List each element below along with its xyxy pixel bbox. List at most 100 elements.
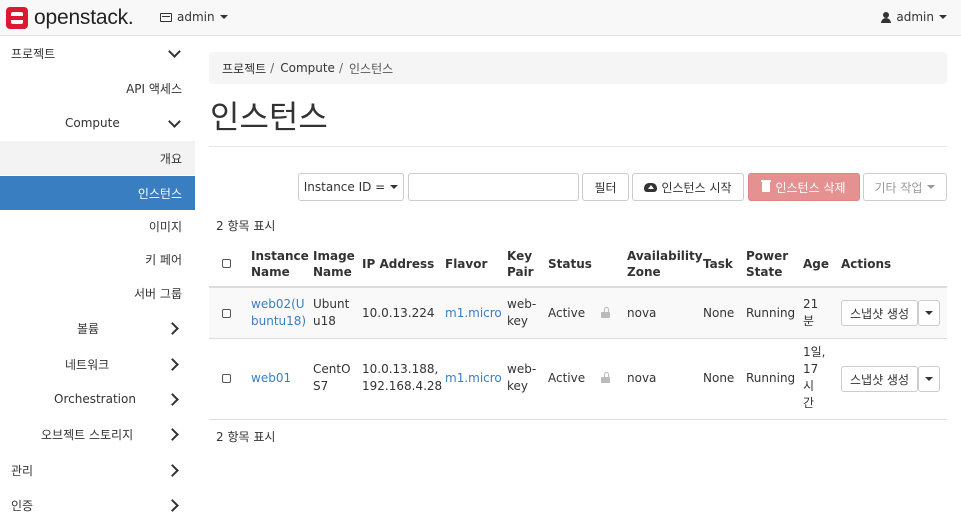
openstack-logo-icon bbox=[6, 7, 28, 29]
sidebar-item-orchestration[interactable]: Orchestration bbox=[0, 382, 195, 416]
caret-down-icon bbox=[390, 185, 399, 189]
sidebar-item-object-storage[interactable]: 오브젝트 스토리지 bbox=[0, 417, 195, 451]
instance-name-link[interactable]: web02(U buntu18) bbox=[251, 296, 306, 330]
sidebar-item-admin[interactable]: 관리 bbox=[0, 453, 195, 487]
filter-field-select[interactable]: Instance ID = bbox=[298, 173, 404, 201]
user-icon bbox=[881, 11, 892, 23]
age: 21 분 bbox=[803, 297, 819, 328]
launch-instance-label: 인스턴스 시작 bbox=[661, 180, 732, 195]
sidebar-item-api-access[interactable]: API 액세스 bbox=[0, 71, 195, 105]
unlock-icon bbox=[601, 307, 610, 318]
filter-field-label: Instance ID = bbox=[303, 180, 386, 194]
sidebar-item-compute[interactable]: Compute bbox=[0, 106, 195, 140]
item-count-bottom: 2 항목 표시 bbox=[216, 430, 276, 444]
status: Active bbox=[548, 306, 586, 320]
delete-instances-label: 인스턴스 삭제 bbox=[775, 180, 846, 195]
sidebar-item-label: 키 페어 bbox=[145, 252, 182, 267]
sidebar-item-identity[interactable]: 인증 bbox=[0, 488, 195, 522]
breadcrumb-separator: / bbox=[270, 61, 275, 75]
column-actions: Actions bbox=[841, 257, 892, 271]
flavor-link[interactable]: m1.micro bbox=[445, 370, 502, 387]
image-name: Ubunt u18 bbox=[313, 297, 350, 328]
more-actions-label: 기타 작업 bbox=[874, 180, 923, 195]
key-pair: web-key bbox=[507, 297, 537, 328]
sidebar-item-instances[interactable]: 인스턴스 bbox=[0, 176, 195, 210]
status: Active bbox=[548, 371, 586, 385]
image-name: CentO S7 bbox=[313, 362, 351, 393]
power-state: Running bbox=[746, 371, 796, 385]
sidebar-item-key-pairs[interactable]: 키 페어 bbox=[0, 242, 195, 276]
unlock-icon bbox=[601, 372, 610, 383]
sidebar-item-images[interactable]: 이미지 bbox=[0, 209, 195, 243]
key-pair: web-key bbox=[507, 362, 537, 393]
trash-icon bbox=[761, 180, 772, 192]
filter-button[interactable]: 필터 bbox=[582, 173, 629, 201]
caret-down-icon bbox=[219, 15, 228, 19]
age: 1일, 17 시간 bbox=[803, 345, 826, 410]
column-image-name[interactable]: Image Name bbox=[313, 248, 355, 280]
brand-name: openstack. bbox=[34, 6, 134, 29]
breadcrumb-project[interactable]: 프로젝트 bbox=[222, 60, 266, 77]
column-instance-name[interactable]: Instance Name bbox=[251, 248, 309, 280]
sidebar-item-label: 인스턴스 bbox=[137, 186, 182, 201]
row-checkbox[interactable] bbox=[222, 374, 231, 383]
title-divider bbox=[209, 146, 947, 147]
breadcrumb-separator: / bbox=[338, 61, 343, 75]
breadcrumb-compute[interactable]: Compute bbox=[280, 61, 335, 75]
column-ip-address[interactable]: IP Address bbox=[362, 256, 434, 272]
column-age[interactable]: Age bbox=[803, 256, 829, 272]
cloud-upload-icon bbox=[644, 182, 658, 192]
table-row: web02(U buntu18) Ubunt u18 10.0.13.224 m1.… bbox=[209, 288, 947, 339]
launch-instance-button[interactable]: 인스턴스 시작 bbox=[632, 173, 744, 201]
row-actions-dropdown[interactable] bbox=[918, 366, 940, 392]
column-task[interactable]: Task bbox=[703, 256, 733, 272]
delete-instances-button[interactable]: 인스턴스 삭제 bbox=[748, 173, 860, 201]
filter-input[interactable] bbox=[408, 173, 579, 201]
row-checkbox[interactable] bbox=[222, 309, 231, 318]
more-actions-button[interactable]: 기타 작업 bbox=[863, 173, 947, 201]
sidebar-item-label: 이미지 bbox=[148, 219, 182, 234]
sidebar-item-label: API 액세스 bbox=[126, 81, 182, 96]
sidebar: 프로젝트 API 액세스 Compute 개요 인스턴스 이미지 키 페어 서버… bbox=[0, 36, 195, 525]
create-snapshot-button[interactable]: 스냅샷 생성 bbox=[841, 366, 918, 392]
sidebar-item-project[interactable]: 프로젝트 bbox=[0, 36, 195, 70]
table-row: web01 CentO S7 10.0.13.188, 192.168.4.28 m… bbox=[209, 339, 947, 420]
column-key-pair[interactable]: Key Pair bbox=[507, 248, 534, 280]
sidebar-item-overview[interactable]: 개요 bbox=[0, 141, 195, 175]
sidebar-item-server-groups[interactable]: 서버 그룹 bbox=[0, 276, 195, 310]
column-flavor[interactable]: Flavor bbox=[445, 256, 487, 272]
column-power-state[interactable]: Power State bbox=[746, 248, 788, 280]
filter-button-label: 필터 bbox=[594, 180, 617, 195]
create-snapshot-button[interactable]: 스냅샷 생성 bbox=[841, 300, 918, 326]
sidebar-item-label: 서버 그룹 bbox=[134, 286, 182, 301]
caret-down-icon bbox=[939, 15, 947, 19]
caret-down-icon bbox=[927, 185, 936, 189]
task: None bbox=[703, 371, 735, 385]
user-name: admin bbox=[896, 10, 934, 24]
instance-name-link[interactable]: web01 bbox=[251, 370, 291, 387]
select-all-checkbox[interactable] bbox=[222, 259, 231, 268]
table-header: Instance Name Image Name IP Address Flavor… bbox=[209, 240, 947, 288]
project-selector[interactable]: admin bbox=[160, 10, 228, 24]
availability-zone: nova bbox=[627, 371, 657, 385]
row-actions-dropdown[interactable] bbox=[918, 300, 940, 326]
flavor-link[interactable]: m1.micro bbox=[445, 305, 502, 322]
ip-address: 10.0.13.188, 192.168.4.28 bbox=[362, 362, 443, 393]
sidebar-item-label: 프로젝트 bbox=[11, 46, 56, 61]
sidebar-item-label: 개요 bbox=[159, 151, 182, 166]
sidebar-item-volumes[interactable]: 볼륨 bbox=[0, 311, 195, 345]
sidebar-item-network[interactable]: 네트워크 bbox=[0, 347, 195, 381]
caret-down-icon bbox=[925, 311, 933, 315]
openstack-logo[interactable]: openstack. bbox=[6, 5, 134, 31]
create-snapshot-label: 스냅샷 생성 bbox=[849, 372, 909, 387]
column-status[interactable]: Status bbox=[548, 256, 592, 272]
page-title: 인스턴스 bbox=[210, 98, 328, 136]
create-snapshot-label: 스냅샷 생성 bbox=[849, 306, 909, 321]
availability-zone: nova bbox=[627, 306, 657, 320]
top-navbar: openstack. admin admin bbox=[0, 0, 961, 36]
breadcrumb: 프로젝트 / Compute / 인스턴스 bbox=[209, 52, 947, 84]
ip-address: 10.0.13.224 bbox=[362, 306, 435, 320]
column-availability-zone[interactable]: Availability Zone bbox=[627, 248, 703, 280]
user-menu[interactable]: admin bbox=[881, 10, 947, 24]
project-name: admin bbox=[177, 10, 215, 24]
